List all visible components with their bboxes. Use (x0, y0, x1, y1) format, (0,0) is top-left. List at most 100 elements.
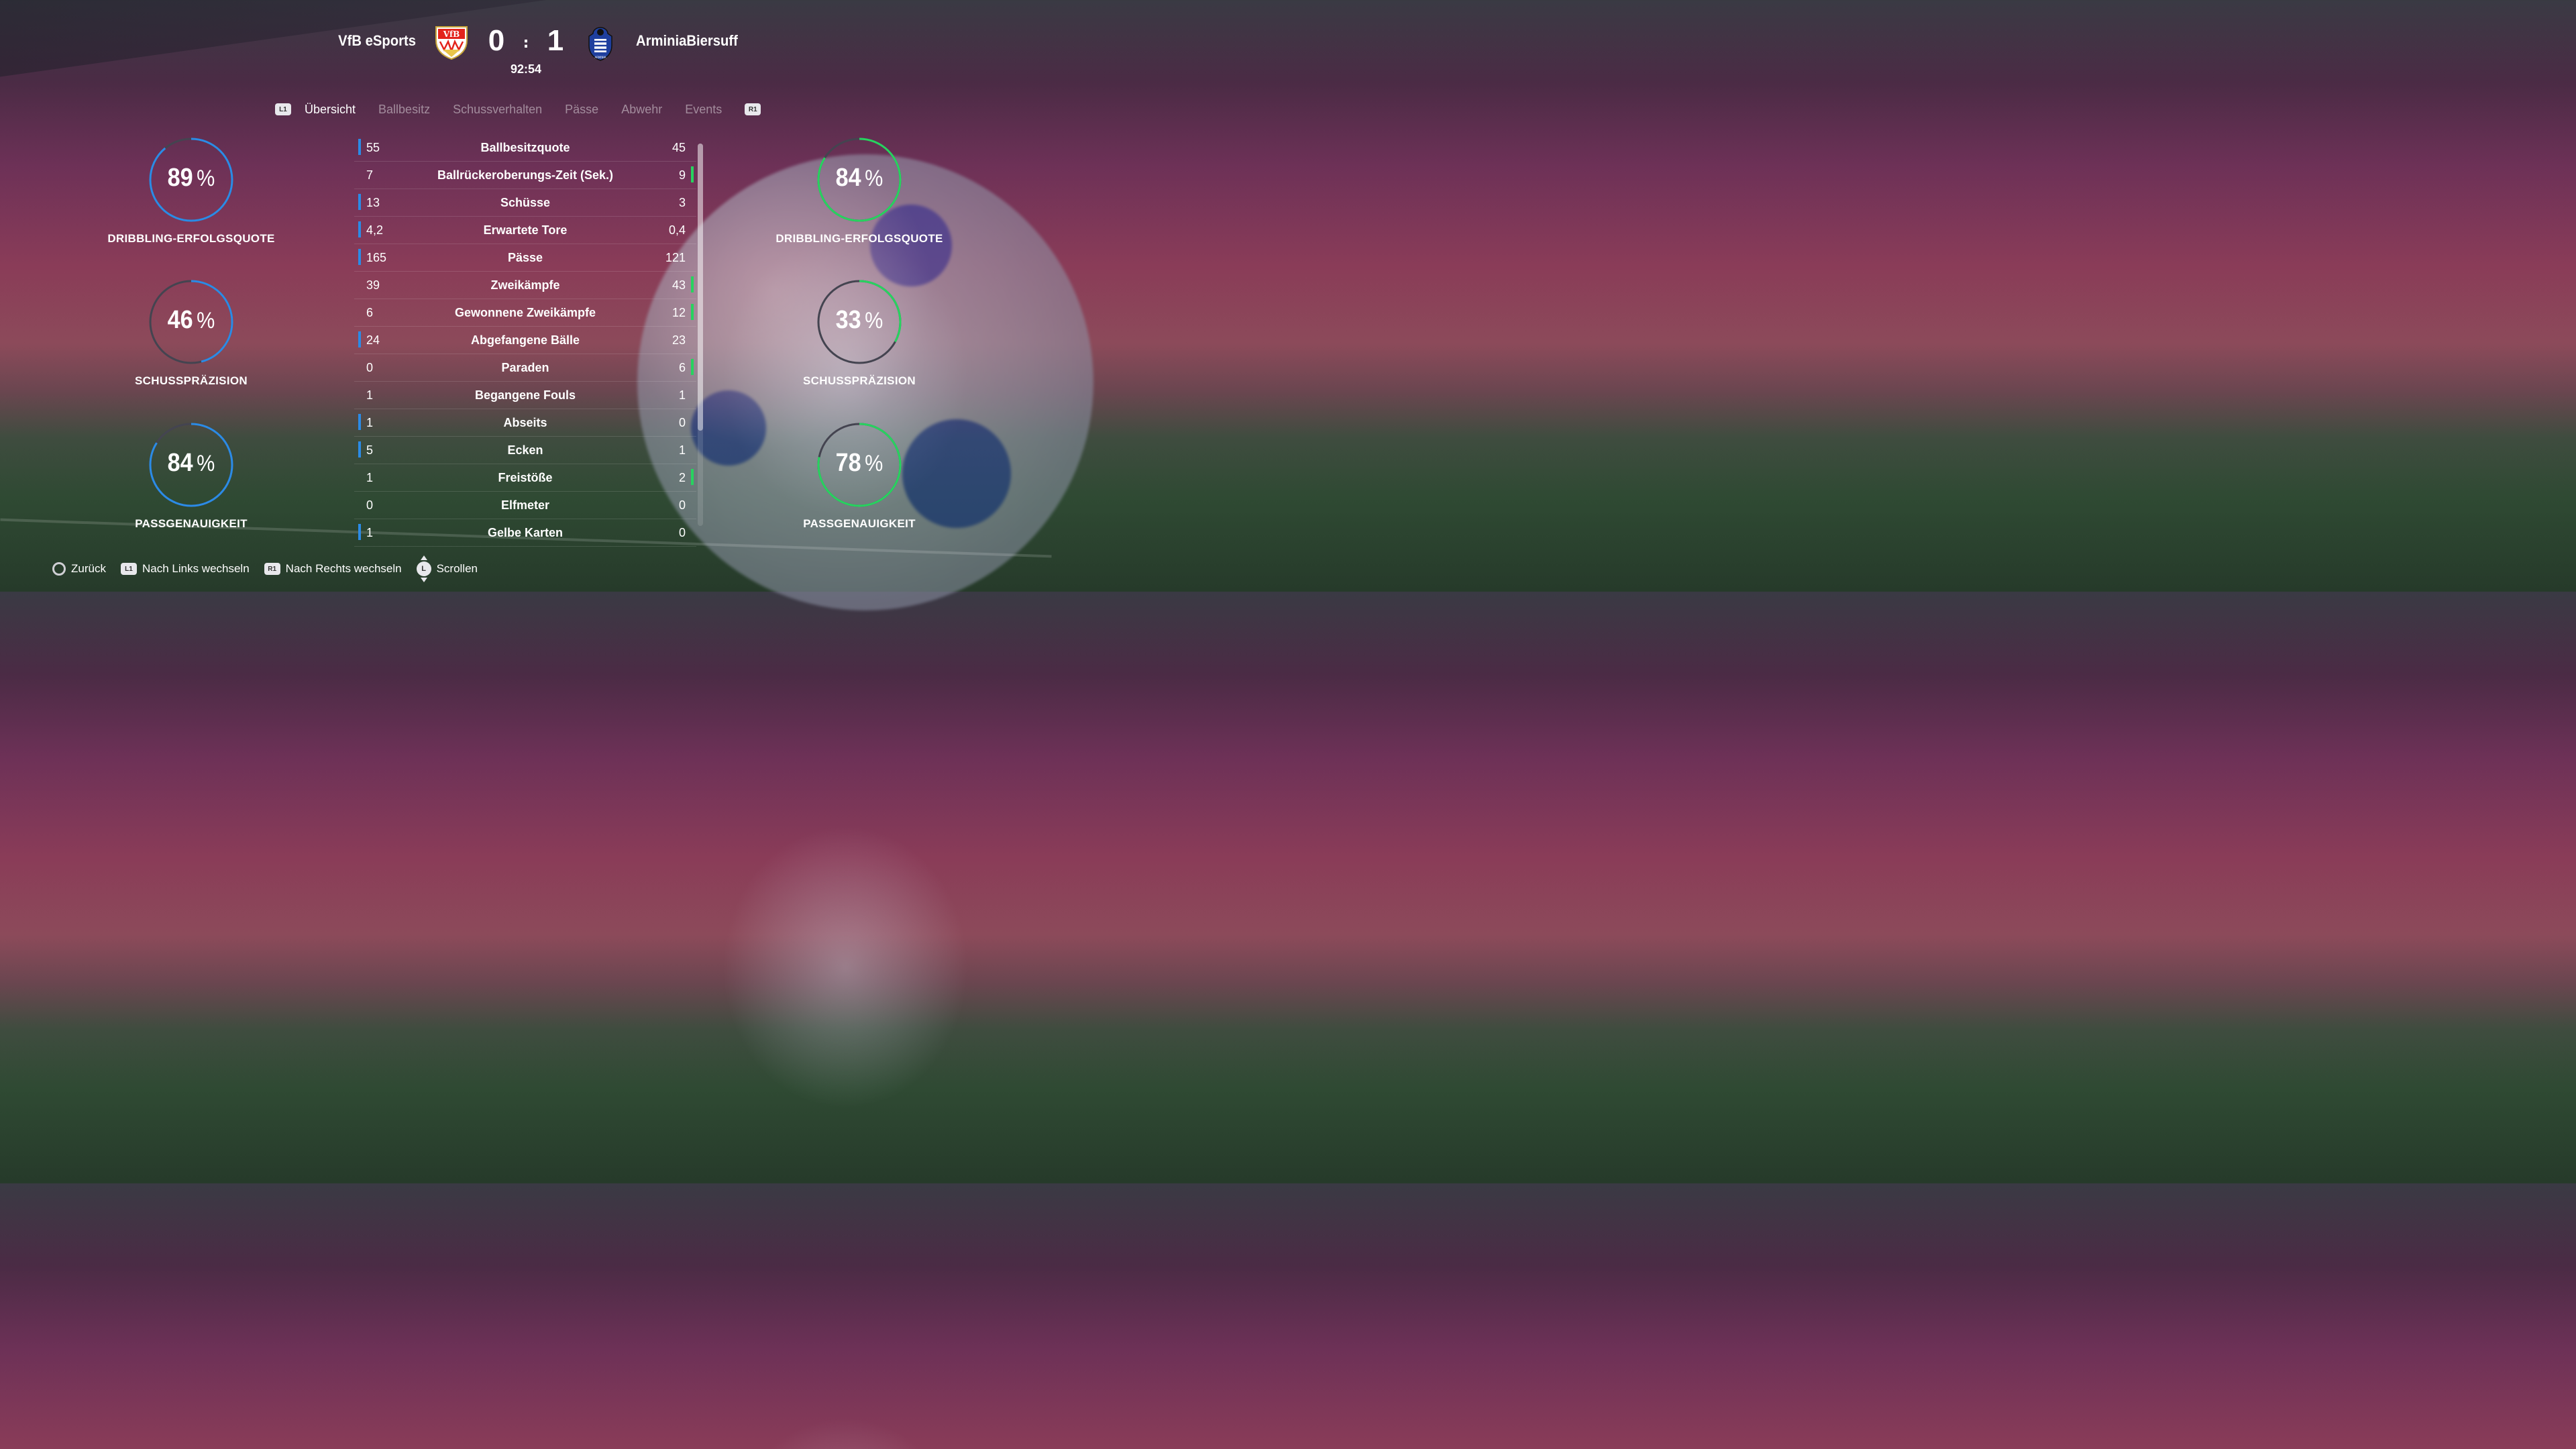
tab-overview[interactable]: Übersicht (305, 103, 356, 117)
stat-away-value: 43 (672, 278, 686, 292)
away-gauge-pass-accuracy: 78% PASSGENAUIGKEIT (772, 422, 947, 531)
stat-name: Abseits (503, 416, 547, 429)
stats-tab-bar: L1 Übersicht Ballbesitz Schussverhalten … (275, 99, 761, 119)
stat-home-value: 1 (366, 388, 374, 402)
tab-events[interactable]: Events (685, 103, 722, 117)
r1-button-icon[interactable]: R1 (745, 103, 761, 115)
stat-row: 1 Gelbe Karten 0 (354, 519, 696, 547)
stat-name: Paraden (501, 361, 549, 374)
away-gauge-value: 84% (835, 164, 883, 192)
stat-name: Abgefangene Bälle (470, 333, 580, 347)
stat-name: Erwartete Tore (483, 223, 568, 237)
away-team-name: ArminiaBiersuff (636, 32, 738, 49)
stat-away-value: 0 (678, 526, 686, 539)
home-team-name: VfB eSports (338, 32, 416, 49)
switch-right-label: Nach Rechts wechseln (285, 562, 402, 575)
home-lead-marker (358, 441, 361, 458)
home-lead-marker (358, 139, 361, 155)
home-gauge-label: DRIBBLING-ERFOLGSQUOTE (107, 232, 275, 245)
stat-row: 6 Gewonnene Zweikämpfe 12 (354, 299, 696, 327)
stat-home-value: 0 (366, 498, 374, 512)
home-lead-marker (358, 524, 361, 540)
stat-name: Gewonnene Zweikämpfe (454, 306, 596, 319)
stat-name: Ecken (507, 443, 543, 457)
stat-home-value: 39 (366, 278, 380, 292)
stat-home-value: 5 (366, 443, 374, 457)
circle-button-icon (52, 562, 66, 576)
stat-away-value: 3 (678, 196, 686, 209)
home-gauge-value: 46% (167, 306, 215, 334)
stat-name: Ballbesitzquote (480, 141, 570, 154)
away-lead-marker (691, 276, 694, 292)
home-gauge-shot-accuracy: 46% SCHUSSPRÄZISION (104, 279, 278, 388)
stat-away-value: 0,4 (668, 223, 686, 237)
home-team-crest-icon: VfB (435, 26, 468, 60)
tab-passes[interactable]: Pässe (565, 103, 598, 117)
stat-away-value: 1 (678, 388, 686, 402)
stats-scrollbar-thumb[interactable] (698, 144, 703, 431)
stat-away-value: 9 (678, 168, 686, 182)
l1-button-icon[interactable]: L1 (275, 103, 291, 115)
tab-defence[interactable]: Abwehr (621, 103, 662, 117)
stat-home-value: 7 (366, 168, 374, 182)
stat-away-value: 0 (678, 416, 686, 429)
away-lead-marker (691, 359, 694, 375)
stat-away-value: 6 (678, 361, 686, 374)
tab-shooting[interactable]: Schussverhalten (453, 103, 542, 117)
home-crest-text: VfB (443, 30, 460, 39)
match-stats-table[interactable]: 55 Ballbesitzquote 45 7 Ballrückeroberungs-Z… (354, 134, 696, 547)
stat-home-value: 6 (366, 306, 374, 319)
r1-button-icon: R1 (264, 563, 280, 575)
home-lead-marker (358, 221, 361, 237)
stat-row: 1 Freistöße 2 (354, 464, 696, 492)
stat-name: Ballrückeroberungs-Zeit (Sek.) (437, 168, 614, 182)
away-gauge-value: 33% (835, 306, 883, 334)
away-lead-marker (691, 304, 694, 320)
back-hint[interactable]: Zurück (52, 562, 106, 576)
away-gauge-dribbling: 84% DRIBBLING-ERFOLGSQUOTE (772, 137, 947, 246)
stat-home-value: 4,2 (366, 223, 384, 237)
stat-name: Begangene Fouls (474, 388, 576, 402)
tab-possession[interactable]: Ballbesitz (378, 103, 430, 117)
home-gauge-label: PASSGENAUIGKEIT (135, 517, 248, 530)
stat-name: Pässe (507, 251, 543, 264)
stat-away-value: 0 (678, 498, 686, 512)
switch-right-hint[interactable]: R1 Nach Rechts wechseln (264, 562, 402, 576)
stat-home-value: 165 (366, 251, 387, 264)
stat-home-value: 1 (366, 471, 374, 484)
stat-home-value: 24 (366, 333, 380, 347)
home-score: 0 (488, 24, 505, 57)
stat-row: 1 Abseits 0 (354, 409, 696, 437)
stat-row: 13 Schüsse 3 (354, 189, 696, 217)
away-crest-text: ARMINIA (594, 56, 606, 59)
away-gauge-label: DRIBBLING-ERFOLGSQUOTE (775, 232, 943, 245)
scroll-hint-label: Scrollen (436, 562, 478, 575)
stat-name: Schüsse (500, 196, 551, 209)
stat-away-value: 45 (672, 141, 686, 154)
stat-row: 165 Pässe 121 (354, 244, 696, 272)
stat-row: 39 Zweikämpfe 43 (354, 272, 696, 299)
stat-name: Gelbe Karten (487, 526, 564, 539)
controller-hints: Zurück L1 Nach Links wechseln R1 Nach Re… (52, 555, 492, 582)
score-separator: : (523, 35, 529, 52)
stat-name: Freistöße (498, 471, 553, 484)
left-stick-icon: L (416, 555, 431, 582)
home-gauge-label: SCHUSSPRÄZISION (135, 374, 248, 387)
home-lead-marker (358, 331, 361, 347)
stat-name: Elfmeter (500, 498, 550, 512)
back-hint-label: Zurück (71, 562, 106, 575)
away-gauge-label: SCHUSSPRÄZISION (803, 374, 916, 387)
away-score: 1 (547, 24, 564, 57)
switch-left-hint[interactable]: L1 Nach Links wechseln (120, 562, 250, 576)
away-lead-marker (691, 469, 694, 485)
stat-away-value: 12 (672, 306, 686, 319)
scroll-hint[interactable]: L Scrollen (416, 555, 478, 582)
stat-row: 55 Ballbesitzquote 45 (354, 134, 696, 162)
stat-away-value: 1 (678, 443, 686, 457)
stat-row: 1 Begangene Fouls 1 (354, 382, 696, 409)
home-lead-marker (358, 249, 361, 265)
match-clock: 92:54 (510, 62, 542, 76)
stat-row: 0 Elfmeter 0 (354, 492, 696, 519)
home-gauge-pass-accuracy: 84% PASSGENAUIGKEIT (104, 422, 278, 531)
home-gauge-dribbling: 89% DRIBBLING-ERFOLGSQUOTE (104, 137, 278, 246)
